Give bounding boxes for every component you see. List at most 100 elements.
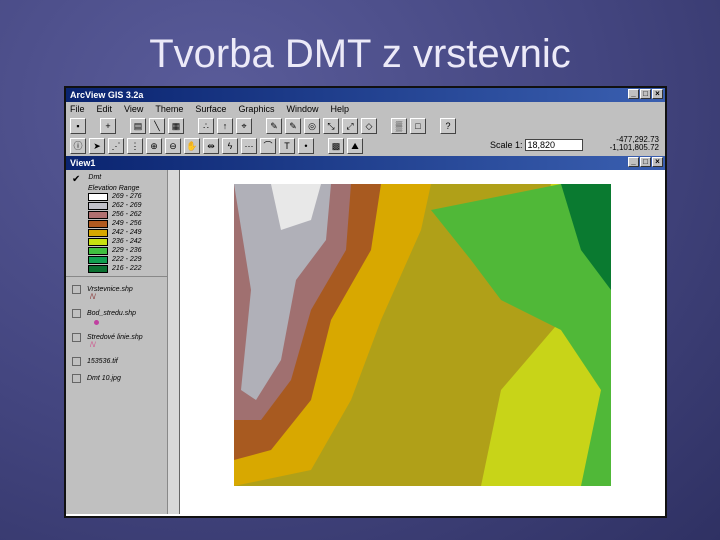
help-icon[interactable]: ? [440, 118, 456, 134]
layer-item[interactable]: Bod_stredu.shp [72, 309, 179, 318]
pointer-icon[interactable]: ➤ [89, 138, 105, 154]
edit-legend-icon[interactable]: ╲ [149, 118, 165, 134]
check-icon[interactable]: ✔ [72, 174, 80, 185]
button-bar: ▪ + ▤ ╲ ▦ ∴ ↑ ⌖ ✎ ✎ ◎ ⤡ ⤢ ◇ ▒ □ ? [66, 116, 665, 136]
menu-bar: File Edit View Theme Surface Graphics Wi… [66, 102, 665, 116]
slide-title: Tvorba DMT z vrstevnic [149, 32, 571, 76]
profile-icon[interactable]: ⛰ [347, 138, 363, 154]
legend-item: 256 - 262 [88, 210, 179, 219]
menu-window[interactable]: Window [286, 104, 318, 114]
layer-item[interactable]: Vrstevnice.shp [72, 285, 179, 294]
legend-item: 236 - 242 [88, 237, 179, 246]
toc-scrollbar[interactable] [167, 170, 179, 514]
legend-swatch [88, 219, 108, 228]
legend-range: 236 - 242 [112, 238, 142, 245]
save-icon[interactable]: ▪ [70, 118, 86, 134]
contour-icon[interactable]: ▩ [328, 138, 344, 154]
edit-table-icon[interactable]: ✎ [285, 118, 301, 134]
layer-checkbox[interactable] [72, 285, 81, 294]
close-button[interactable]: × [652, 89, 663, 99]
legend-range: 269 - 276 [112, 193, 142, 200]
maximize-button[interactable]: □ [640, 89, 651, 99]
arcview-window: ArcView GIS 3.2a _ □ × File Edit View Them… [64, 86, 667, 518]
table-of-contents: ✔ Dmt Elevation Range 269 - 276 262 - 269 2… [66, 170, 180, 514]
clear-selection-icon[interactable]: □ [410, 118, 426, 134]
zoom-selected-icon[interactable]: ⤢ [342, 118, 358, 134]
measure-icon[interactable]: ⇹ [203, 138, 219, 154]
legend-range: 229 - 236 [112, 247, 142, 254]
point-symbol-icon [94, 320, 99, 325]
pan-icon[interactable]: ✋ [184, 138, 200, 154]
layer-checkbox[interactable] [72, 309, 81, 318]
select-icon[interactable]: ↑ [217, 118, 233, 134]
layer-name: Stredové linie.shp [87, 334, 143, 341]
layer-name: Bod_stredu.shp [87, 310, 137, 317]
view-close-button[interactable]: × [652, 157, 663, 167]
legend-item: 262 - 269 [88, 201, 179, 210]
layer-item[interactable]: Stredové linie.shp [72, 333, 179, 342]
legend-range: 222 - 229 [112, 256, 142, 263]
legend-swatch [88, 210, 108, 219]
legend-swatch [88, 237, 108, 246]
area-of-interest-icon[interactable]: ⋯ [241, 138, 257, 154]
legend-swatch [88, 255, 108, 264]
add-theme-icon[interactable]: + [100, 118, 116, 134]
legend-range: 262 - 269 [112, 202, 142, 209]
legend-item: 222 - 229 [88, 255, 179, 264]
zoom-full-icon[interactable]: ◎ [304, 118, 320, 134]
elevation-map[interactable] [181, 170, 665, 514]
theme-name: Dmt [88, 174, 102, 181]
table-icon[interactable]: ▦ [168, 118, 184, 134]
line-symbol-icon: /\/ [90, 342, 96, 349]
hotlink-icon[interactable]: ϟ [222, 138, 238, 154]
legend: 269 - 276 262 - 269 256 - 262 249 - 256 242 … [66, 192, 179, 273]
view-maximize-button[interactable]: □ [640, 157, 651, 167]
minimize-button[interactable]: _ [628, 89, 639, 99]
legend-range: 242 - 249 [112, 229, 142, 236]
scale-input[interactable]: 18,820 [524, 139, 583, 151]
view-titlebar: View1 _ □ × [66, 156, 665, 170]
menu-graphics[interactable]: Graphics [238, 104, 274, 114]
zoom-out-icon[interactable]: ⊖ [165, 138, 181, 154]
zoom-in-icon[interactable]: ⊕ [146, 138, 162, 154]
draw-icon[interactable]: ⌒ [260, 138, 276, 154]
layer-checkbox[interactable] [72, 333, 81, 342]
menu-view[interactable]: View [124, 104, 143, 114]
scale-box: Scale 1: 18,820 [490, 139, 583, 151]
legend-swatch [88, 264, 108, 273]
select-feature-icon[interactable]: ⋮ [127, 138, 143, 154]
menu-theme[interactable]: Theme [155, 104, 183, 114]
locate-icon[interactable]: ⌖ [236, 118, 252, 134]
legend-item: 249 - 256 [88, 219, 179, 228]
legend-range: 216 - 222 [112, 265, 142, 272]
query-icon[interactable]: ∴ [198, 118, 214, 134]
legend-range: 256 - 262 [112, 211, 142, 218]
coordinate-readout: -477,292.73 -1,101,805.72 [610, 136, 659, 152]
view-minimize-button[interactable]: _ [628, 157, 639, 167]
legend-range: 249 - 256 [112, 220, 142, 227]
menu-surface[interactable]: Surface [195, 104, 226, 114]
select-features-icon[interactable]: ▒ [391, 118, 407, 134]
theme-properties-icon[interactable]: ▤ [130, 118, 146, 134]
open-theme-table-icon[interactable]: ✎ [266, 118, 282, 134]
text-icon[interactable]: T [279, 138, 295, 154]
point-icon[interactable]: • [298, 138, 314, 154]
layer-item[interactable]: 153536.tif [72, 357, 179, 366]
tool-bar: ⓘ ➤ ⋰ ⋮ ⊕ ⊖ ✋ ⇹ ϟ ⋯ ⌒ T • ▩ ⛰ Scale 1: 1… [66, 136, 665, 156]
menu-help[interactable]: Help [330, 104, 349, 114]
vertex-edit-icon[interactable]: ⋰ [108, 138, 124, 154]
layer-checkbox[interactable] [72, 357, 81, 366]
legend-item: 229 - 236 [88, 246, 179, 255]
view-title: View1 [70, 158, 96, 168]
zoom-previous-icon[interactable]: ◇ [361, 118, 377, 134]
identify-icon[interactable]: ⓘ [70, 138, 86, 154]
menu-edit[interactable]: Edit [97, 104, 113, 114]
menu-file[interactable]: File [70, 104, 85, 114]
theme-dmt[interactable]: ✔ Dmt [72, 174, 179, 185]
scale-label: Scale 1: [490, 140, 523, 150]
layer-checkbox[interactable] [72, 374, 81, 383]
line-symbol-icon: /\/ [90, 294, 96, 301]
layer-item[interactable]: Dmt 10.jpg [72, 374, 179, 383]
y-coordinate: -1,101,805.72 [609, 143, 659, 152]
zoom-active-icon[interactable]: ⤡ [323, 118, 339, 134]
